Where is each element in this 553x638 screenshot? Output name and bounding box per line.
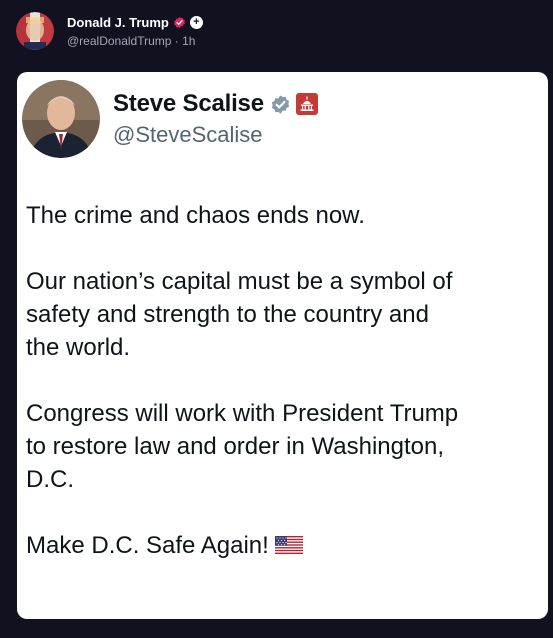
outer-time-separator: ·	[171, 34, 183, 48]
quoted-handle[interactable]: @SteveScalise	[113, 122, 263, 148]
tweet-line: to restore law and order in Washington,	[26, 433, 444, 460]
post-header: Donald J. Trump + @realDonaldTrump · 1h	[16, 12, 203, 50]
outer-meta: Donald J. Trump + @realDonaldTrump · 1h	[67, 12, 203, 48]
quoted-author-avatar[interactable]	[22, 80, 100, 158]
outer-name-row: Donald J. Trump +	[67, 12, 203, 32]
tweet-line: The crime and chaos ends now.	[26, 202, 365, 229]
capitol-building-icon	[295, 93, 318, 115]
tweet-line: Make D.C. Safe Again!	[26, 532, 269, 559]
us-flag-emoji-icon	[274, 535, 303, 554]
tweet-line: Congress will work with President Trump	[26, 400, 459, 427]
tweet-line: D.C.	[26, 466, 74, 493]
tweet-text: The crime and chaos ends now. Our nation…	[26, 199, 546, 562]
outer-handle[interactable]: @realDonaldTrump	[67, 34, 171, 48]
quoted-name-row: Steve Scalise	[113, 90, 318, 118]
outer-timestamp[interactable]: 1h	[182, 34, 195, 48]
quoted-tweet-card[interactable]: Steve Scalise @SteveScalise The crime an…	[17, 72, 548, 619]
tweet-last-line: Make D.C. Safe Again!	[26, 529, 546, 562]
tweet-line: safety and strength to the country and	[26, 301, 429, 328]
tweet-line: the world.	[26, 334, 131, 361]
outer-handle-row: @realDonaldTrump · 1h	[67, 34, 203, 48]
post-frame: Donald J. Trump + @realDonaldTrump · 1h	[0, 0, 553, 638]
verified-badge-gray-icon	[271, 94, 290, 114]
tweet-line: Our nation’s capital must be a symbol of	[26, 268, 453, 295]
outer-avatar[interactable]	[16, 12, 54, 50]
verified-badge-pink-icon	[173, 16, 185, 28]
avatar-photo-icon	[22, 80, 100, 158]
quoted-author-name[interactable]: Steve Scalise	[113, 90, 264, 118]
outer-author-name[interactable]: Donald J. Trump	[67, 15, 169, 30]
avatar-photo-icon	[16, 12, 54, 50]
plus-icon[interactable]: +	[189, 15, 203, 29]
